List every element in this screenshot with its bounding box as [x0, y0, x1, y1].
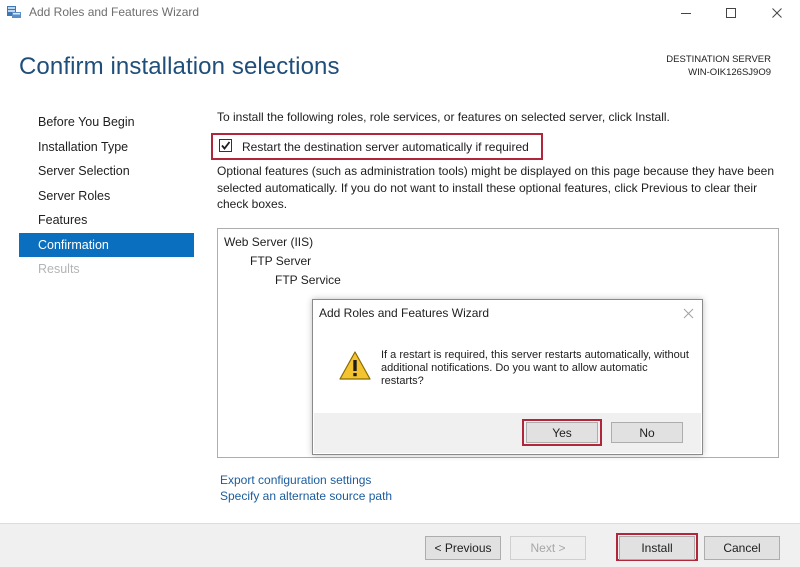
- dialog-body: If a restart is required, this server re…: [314, 328, 701, 413]
- feature-item: FTP Server: [250, 254, 312, 268]
- maximize-icon[interactable]: [708, 0, 754, 25]
- wizard-nav: Before You Begin Installation Type Serve…: [19, 110, 194, 282]
- dialog-message: If a restart is required, this server re…: [381, 349, 689, 387]
- nav-item-results: Results: [38, 262, 80, 276]
- nav-item-server-selection[interactable]: Server Selection: [19, 159, 194, 184]
- restart-checkbox[interactable]: [219, 139, 232, 152]
- restart-confirm-dialog: Add Roles and Features Wizard If a resta…: [312, 299, 703, 455]
- close-icon[interactable]: [754, 0, 800, 25]
- title-bar: Add Roles and Features Wizard: [0, 0, 800, 25]
- page-title: Confirm installation selections: [19, 53, 340, 80]
- nav-item-installation-type[interactable]: Installation Type: [19, 135, 194, 160]
- destination-server-value: WIN-OIK126SJ9O9: [688, 67, 771, 78]
- feature-item: FTP Service: [275, 273, 341, 287]
- dialog-title: Add Roles and Features Wizard: [319, 306, 490, 320]
- destination-server-label: DESTINATION SERVER: [666, 54, 771, 65]
- minimize-icon[interactable]: [663, 0, 709, 25]
- yes-button[interactable]: Yes: [526, 422, 598, 443]
- install-button[interactable]: Install: [619, 536, 695, 560]
- previous-button[interactable]: < Previous: [425, 536, 501, 560]
- dialog-footer: Yes No: [314, 413, 701, 453]
- no-button[interactable]: No: [611, 422, 683, 443]
- next-button: Next >: [510, 536, 586, 560]
- warning-icon: [338, 350, 372, 382]
- intro-text: To install the following roles, role ser…: [217, 110, 670, 124]
- optional-features-text: Optional features (such as administratio…: [217, 164, 775, 211]
- window-title: Add Roles and Features Wizard: [29, 5, 200, 19]
- restart-checkbox-label[interactable]: Restart the destination server automatic…: [242, 140, 529, 154]
- nav-item-before-you-begin[interactable]: Before You Begin: [19, 110, 194, 135]
- cancel-button[interactable]: Cancel: [704, 536, 780, 560]
- alternate-source-link[interactable]: Specify an alternate source path: [220, 489, 392, 503]
- dialog-close-icon[interactable]: [683, 304, 694, 322]
- nav-item-server-roles[interactable]: Server Roles: [19, 184, 194, 209]
- nav-item-features[interactable]: Features: [19, 208, 194, 233]
- export-configuration-link[interactable]: Export configuration settings: [220, 473, 371, 487]
- nav-item-confirmation[interactable]: Confirmation: [19, 232, 194, 257]
- checkmark-icon: [221, 141, 231, 150]
- feature-item: Web Server (IIS): [224, 235, 314, 249]
- server-manager-icon: [6, 5, 22, 19]
